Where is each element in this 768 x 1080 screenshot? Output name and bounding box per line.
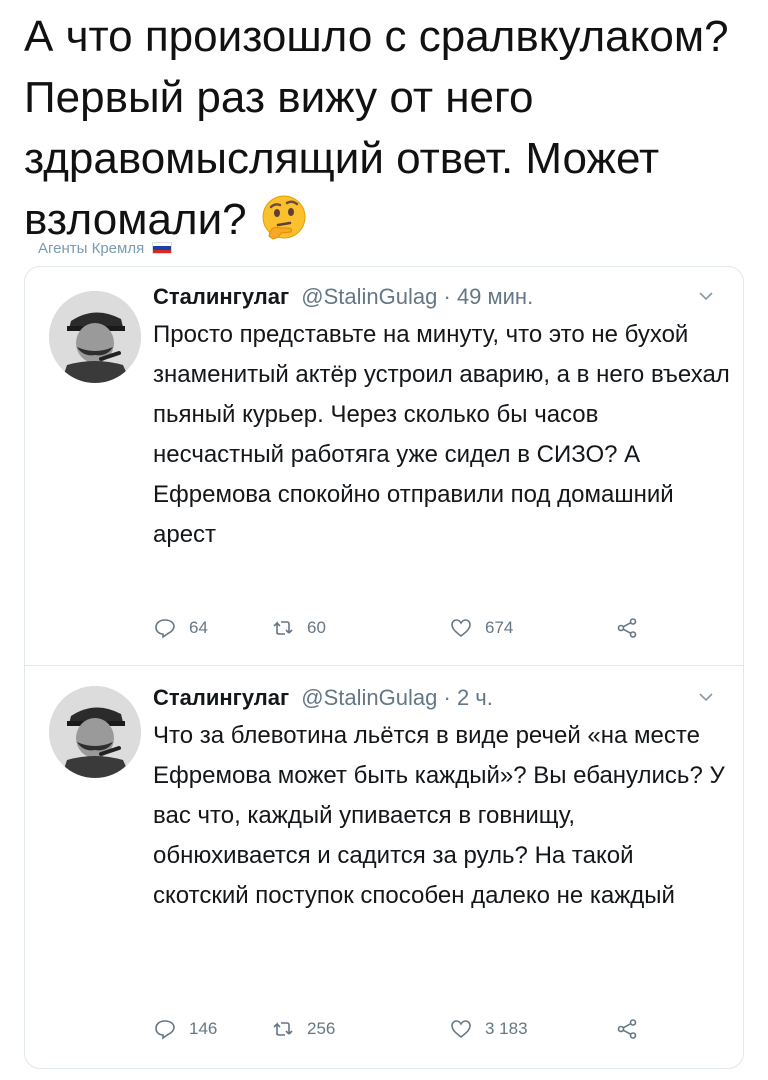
thinking-face-emoji [262, 195, 306, 240]
tweet-divider [25, 665, 743, 666]
avatar[interactable] [49, 291, 141, 383]
tweet-time[interactable]: · 2 ч. [444, 685, 493, 710]
retweet-button[interactable]: 256 [271, 1014, 335, 1044]
share-icon [617, 618, 637, 638]
author-handle[interactable]: @StalinGulag [301, 284, 437, 309]
tweets-card: Сталингулаг @StalinGulag · 49 мин. Прост… [24, 266, 744, 1069]
channel-label: Агенты Кремля [38, 240, 173, 257]
post-headline: А что произошло с сралвкулаком? Первый р… [24, 6, 754, 250]
reply-button[interactable]: 64 [153, 613, 208, 643]
reply-count: 64 [189, 618, 208, 637]
author-handle[interactable]: @StalinGulag [301, 685, 437, 710]
tweet-header: Сталингулаг @StalinGulag · 49 мин. [153, 281, 533, 313]
avatar[interactable] [49, 686, 141, 778]
chevron-down-icon[interactable] [697, 688, 715, 706]
author-name[interactable]: Сталингулаг [153, 284, 289, 309]
share-icon [617, 1019, 637, 1039]
like-count: 3 183 [485, 1019, 528, 1038]
retweet-count: 256 [307, 1019, 336, 1038]
tweet-header: Сталингулаг @StalinGulag · 2 ч. [153, 682, 493, 714]
author-name[interactable]: Сталингулаг [153, 685, 289, 710]
tweet-text: Просто представьте на минуту, что это не… [153, 321, 730, 548]
chevron-down-icon[interactable] [697, 287, 715, 305]
reply-icon [155, 1020, 175, 1040]
reply-icon [155, 619, 175, 639]
heart-icon [451, 619, 471, 638]
headline-text: А что произошло с сралвкулаком? Первый р… [24, 12, 729, 244]
like-button[interactable]: 674 [449, 613, 513, 643]
screenshot-page: А что произошло с сралвкулаком? Первый р… [0, 0, 768, 1080]
share-button[interactable] [615, 613, 651, 643]
channel-name: Агенты Кремля [38, 240, 145, 257]
retweet-icon [273, 621, 293, 635]
tweet-actions: 64 60 674 [153, 613, 713, 643]
reply-count: 146 [189, 1019, 218, 1038]
retweet-count: 60 [307, 618, 326, 637]
like-count: 674 [485, 618, 514, 637]
like-button[interactable]: 3 183 [449, 1014, 528, 1044]
tweet-text: Что за блевотина льётся в виде речей «на… [153, 722, 725, 909]
tweet-actions: 146 256 3 183 [153, 1014, 713, 1044]
tweet-time[interactable]: · 49 мин. [444, 284, 534, 309]
russia-flag-icon [152, 242, 173, 254]
retweet-button[interactable]: 60 [271, 613, 326, 643]
share-button[interactable] [615, 1014, 651, 1044]
retweet-icon [273, 1022, 293, 1036]
heart-icon [451, 1020, 471, 1039]
reply-button[interactable]: 146 [153, 1014, 217, 1044]
